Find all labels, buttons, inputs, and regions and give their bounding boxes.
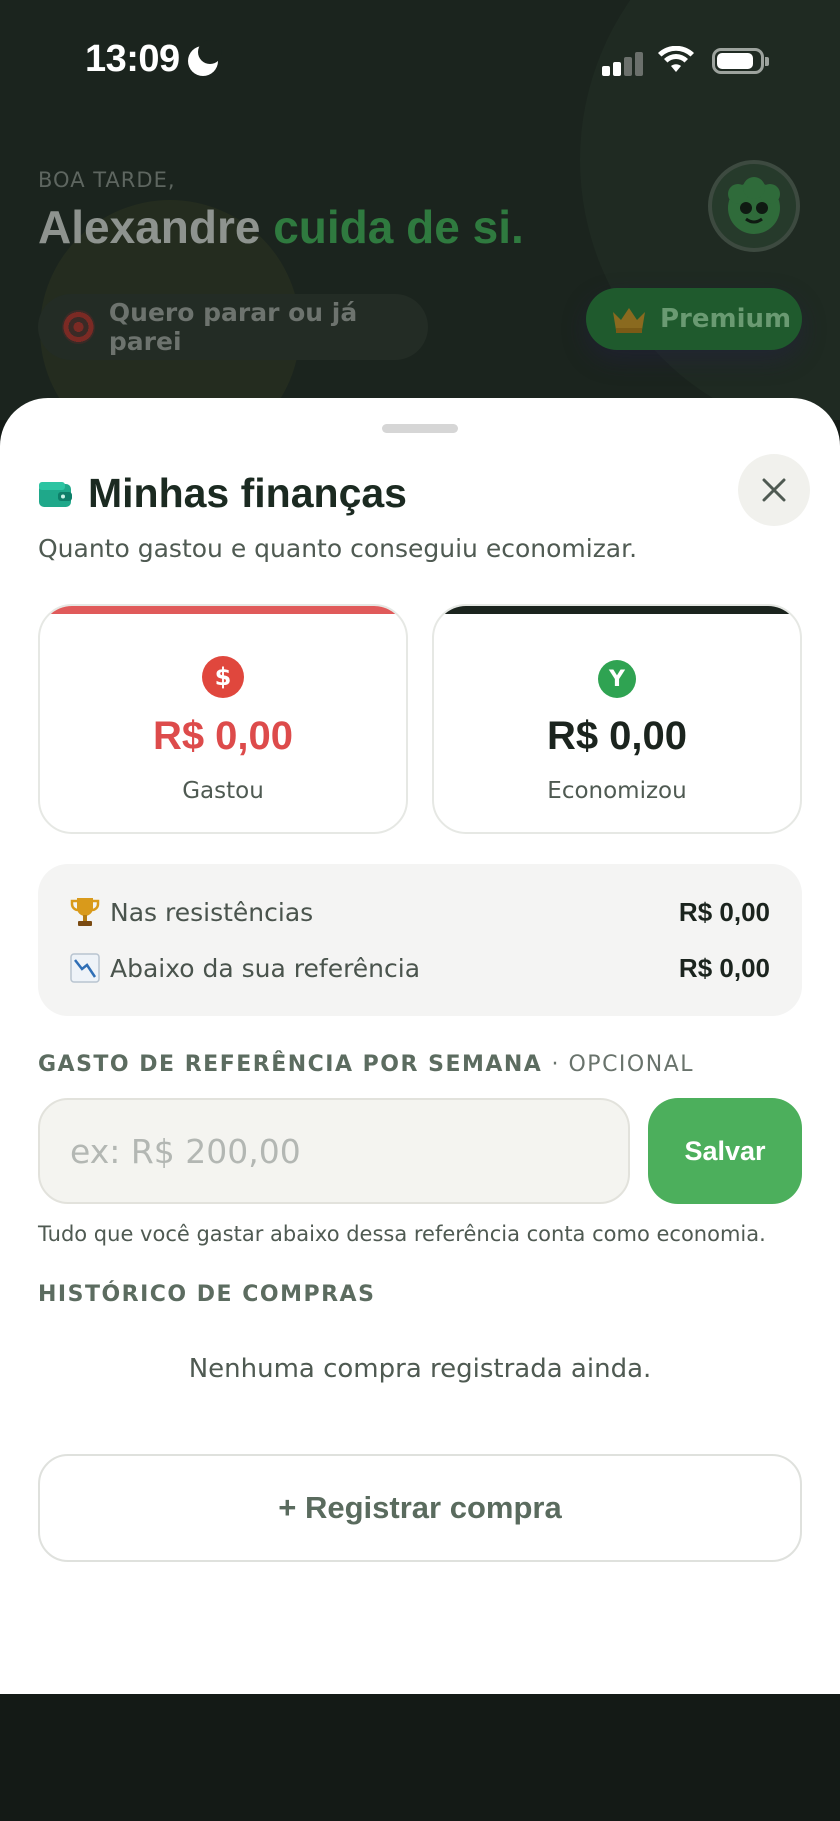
- summary-row-below-reference: Abaixo da sua referência R$ 0,00: [70, 948, 770, 988]
- sprout-icon: Y: [598, 660, 636, 698]
- trophy-icon: [70, 898, 100, 926]
- reference-label: GASTO DE REFERÊNCIA POR SEMANA: [38, 1052, 543, 1077]
- mascot-icon: [728, 177, 780, 234]
- status-bar: 13:09: [0, 36, 840, 86]
- avatar[interactable]: [708, 160, 800, 252]
- savings-summary: Nas resistências R$ 0,00 Abaixo da sua r…: [38, 864, 802, 1016]
- moon-icon: [188, 40, 222, 76]
- summary-label: Nas resistências: [110, 897, 314, 927]
- target-icon: [62, 310, 95, 344]
- saved-card: Y R$ 0,00 Economizou: [432, 604, 802, 834]
- save-button[interactable]: Salvar: [648, 1098, 802, 1204]
- reference-amount-input[interactable]: [38, 1098, 630, 1204]
- finances-sheet: Minhas finanças Quanto gastou e quanto c…: [0, 398, 840, 1694]
- saved-label: Economizou: [547, 778, 687, 804]
- sheet-subtitle: Quanto gastou e quanto conseguiu economi…: [38, 534, 638, 563]
- summary-value: R$ 0,00: [678, 952, 770, 983]
- summary-value: R$ 0,00: [678, 896, 770, 927]
- summary-label: Abaixo da sua referência: [110, 953, 421, 983]
- greeting-title: Alexandre cuida de si.: [38, 200, 524, 254]
- saved-value: R$ 0,00: [546, 714, 688, 758]
- goal-pill-label: Quero parar ou já parei: [108, 298, 358, 356]
- background-screen: 13:09 BOA TARDE, Alexandre cuida de si.: [0, 0, 840, 420]
- sheet-grabber[interactable]: [382, 424, 458, 433]
- history-section-label: HISTÓRICO DE COMPRAS: [38, 1282, 376, 1307]
- battery-icon: [712, 48, 769, 74]
- greeting-small: BOA TARDE,: [38, 168, 176, 192]
- close-button[interactable]: [738, 454, 810, 526]
- reference-section-label: GASTO DE REFERÊNCIA POR SEMANA · OPCIONA…: [38, 1052, 694, 1077]
- summary-row-resistances: Nas resistências R$ 0,00: [70, 892, 770, 932]
- greeting-tagline: cuida de si.: [273, 201, 524, 253]
- premium-label: Premium: [660, 304, 792, 334]
- chart-decreasing-icon: [70, 953, 100, 983]
- spent-card-accent: [40, 606, 406, 614]
- sheet-title: Minhas finanças: [88, 470, 407, 516]
- crown-icon: [613, 308, 645, 333]
- sheet-header: Minhas finanças: [38, 470, 407, 517]
- spent-card: $ R$ 0,00 Gastou: [38, 604, 408, 834]
- goal-pill-button[interactable]: Quero parar ou já parei: [38, 294, 428, 360]
- wifi-icon: [658, 46, 694, 72]
- premium-button[interactable]: Premium: [586, 288, 802, 350]
- register-purchase-button[interactable]: + Registrar compra: [38, 1454, 802, 1562]
- saved-card-accent: [434, 606, 800, 614]
- spent-value: R$ 0,00: [152, 714, 294, 758]
- spent-label: Gastou: [182, 778, 264, 804]
- user-name: Alexandre: [38, 201, 261, 253]
- cellular-signal-icon: [602, 50, 646, 76]
- optional-label: · OPCIONAL: [551, 1052, 694, 1077]
- dollar-icon: $: [202, 656, 244, 698]
- reference-helper-text: Tudo que você gastar abaixo dessa referê…: [38, 1222, 766, 1246]
- history-empty-state: Nenhuma compra registrada ainda.: [188, 1354, 652, 1384]
- wallet-icon: [39, 481, 72, 507]
- bottom-backdrop: [0, 1694, 840, 1821]
- close-icon: [762, 478, 786, 502]
- status-time: 13:09: [85, 38, 180, 80]
